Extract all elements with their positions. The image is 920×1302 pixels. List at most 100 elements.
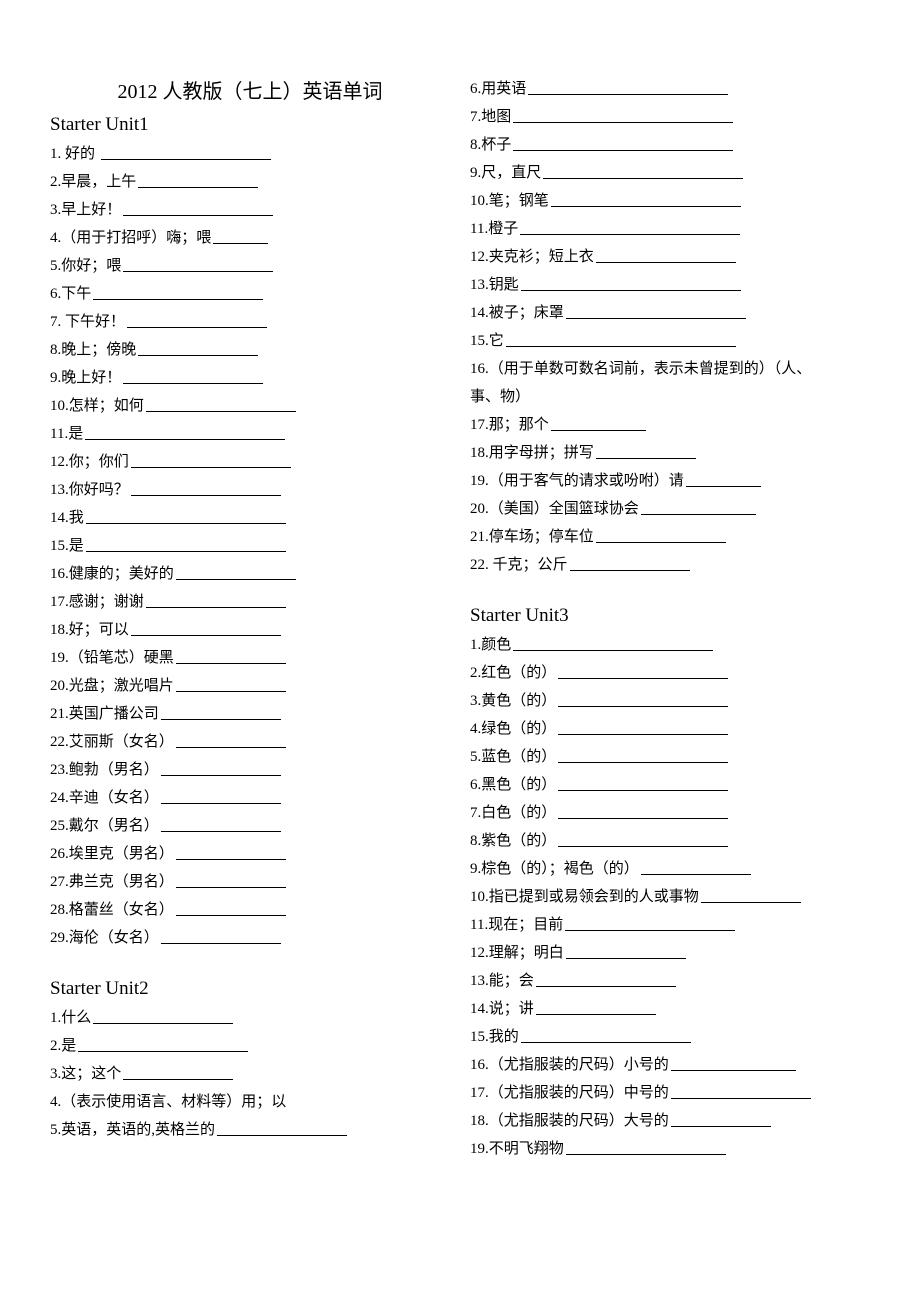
item-text: 3.这；这个: [50, 1066, 121, 1082]
item-text: 6.下午: [50, 286, 91, 302]
vocab-item: 事、物）: [470, 383, 870, 411]
answer-blank[interactable]: [671, 1111, 771, 1127]
answer-blank[interactable]: [641, 499, 756, 515]
right-column: 6.用英语7.地图8.杯子9.尺，直尺10.笔；钢笔11.橙子12.夹克衫；短上…: [470, 75, 870, 1163]
vocab-item: 28.格蕾丝（女名）: [50, 896, 450, 924]
vocab-item: 6.用英语: [470, 75, 870, 103]
answer-blank[interactable]: [161, 704, 281, 720]
answer-blank[interactable]: [176, 872, 286, 888]
item-text: 1.颜色: [470, 637, 511, 653]
item-text: 24.辛迪（女名）: [50, 790, 159, 806]
answer-blank[interactable]: [566, 943, 686, 959]
answer-blank[interactable]: [521, 1027, 691, 1043]
answer-blank[interactable]: [701, 887, 801, 903]
answer-blank[interactable]: [513, 635, 713, 651]
answer-blank[interactable]: [528, 79, 728, 95]
answer-blank[interactable]: [161, 928, 281, 944]
item-text: 20.（美国）全国篮球协会: [470, 501, 639, 517]
answer-blank[interactable]: [176, 648, 286, 664]
answer-blank[interactable]: [131, 452, 291, 468]
answer-blank[interactable]: [123, 1064, 233, 1080]
answer-blank[interactable]: [566, 303, 746, 319]
item-text: 23.鲍勃（男名）: [50, 762, 159, 778]
answer-blank[interactable]: [213, 228, 268, 244]
answer-blank[interactable]: [138, 340, 258, 356]
answer-blank[interactable]: [596, 247, 736, 263]
vocab-item: 19.（用于客气的请求或吩咐）请: [470, 467, 870, 495]
item-text: 17.那；那个: [470, 417, 549, 433]
answer-blank[interactable]: [506, 331, 736, 347]
answer-blank[interactable]: [161, 816, 281, 832]
answer-blank[interactable]: [536, 999, 656, 1015]
spacer: [50, 952, 450, 972]
answer-blank[interactable]: [78, 1036, 248, 1052]
vocab-item: 17.那；那个: [470, 411, 870, 439]
item-text: 18.好；可以: [50, 622, 129, 638]
answer-blank[interactable]: [146, 592, 286, 608]
answer-blank[interactable]: [176, 732, 286, 748]
answer-blank[interactable]: [513, 107, 733, 123]
answer-blank[interactable]: [671, 1083, 811, 1099]
answer-blank[interactable]: [536, 971, 676, 987]
answer-blank[interactable]: [521, 275, 741, 291]
answer-blank[interactable]: [101, 144, 271, 160]
item-text: 26.埃里克（男名）: [50, 846, 174, 862]
vocab-item: 20.（美国）全国篮球协会: [470, 495, 870, 523]
answer-blank[interactable]: [558, 719, 728, 735]
answer-blank[interactable]: [558, 775, 728, 791]
answer-blank[interactable]: [596, 443, 696, 459]
vocab-item: 12.你；你们: [50, 448, 450, 476]
answer-blank[interactable]: [86, 536, 286, 552]
answer-blank[interactable]: [686, 471, 761, 487]
answer-blank[interactable]: [570, 555, 690, 571]
answer-blank[interactable]: [641, 859, 751, 875]
answer-blank[interactable]: [513, 135, 733, 151]
answer-blank[interactable]: [138, 172, 258, 188]
answer-blank[interactable]: [596, 527, 726, 543]
answer-blank[interactable]: [543, 163, 743, 179]
answer-blank[interactable]: [558, 663, 728, 679]
vocab-item: 8.紫色（的）: [470, 827, 870, 855]
item-text: 3.黄色（的）: [470, 693, 556, 709]
answer-blank[interactable]: [565, 915, 735, 931]
item-text: 7. 下午好！: [50, 314, 125, 330]
section-heading: Starter Unit3: [470, 605, 870, 627]
answer-blank[interactable]: [176, 676, 286, 692]
answer-blank[interactable]: [131, 480, 281, 496]
answer-blank[interactable]: [520, 219, 740, 235]
answer-blank[interactable]: [566, 1139, 726, 1155]
vocab-item: 24.辛迪（女名）: [50, 784, 450, 812]
answer-blank[interactable]: [558, 691, 728, 707]
answer-blank[interactable]: [131, 620, 281, 636]
answer-blank[interactable]: [551, 191, 741, 207]
answer-blank[interactable]: [123, 368, 263, 384]
answer-blank[interactable]: [93, 1008, 233, 1024]
answer-blank[interactable]: [93, 284, 263, 300]
item-text: 9.棕色（的）；褐色（的）: [470, 861, 639, 877]
answer-blank[interactable]: [551, 415, 646, 431]
vocab-item: 2.红色（的）: [470, 659, 870, 687]
answer-blank[interactable]: [86, 508, 286, 524]
answer-blank[interactable]: [176, 564, 296, 580]
item-text: 2.是: [50, 1038, 76, 1054]
answer-blank[interactable]: [558, 747, 728, 763]
answer-blank[interactable]: [558, 803, 728, 819]
answer-blank[interactable]: [85, 424, 285, 440]
vocab-item: 23.鲍勃（男名）: [50, 756, 450, 784]
answer-blank[interactable]: [123, 200, 273, 216]
vocab-item: 21.停车场；停车位: [470, 523, 870, 551]
answer-blank[interactable]: [176, 844, 286, 860]
vocab-item: 16.（尤指服装的尺码）小号的: [470, 1051, 870, 1079]
answer-blank[interactable]: [176, 900, 286, 916]
answer-blank[interactable]: [558, 831, 728, 847]
vocab-item: 8.晚上；傍晚: [50, 336, 450, 364]
vocab-item: 7.地图: [470, 103, 870, 131]
answer-blank[interactable]: [123, 256, 273, 272]
answer-blank[interactable]: [161, 788, 281, 804]
answer-blank[interactable]: [671, 1055, 796, 1071]
answer-blank[interactable]: [146, 396, 296, 412]
answer-blank[interactable]: [127, 312, 267, 328]
answer-blank[interactable]: [217, 1120, 347, 1136]
vocab-item: 19.（铅笔芯）硬黑: [50, 644, 450, 672]
answer-blank[interactable]: [161, 760, 281, 776]
